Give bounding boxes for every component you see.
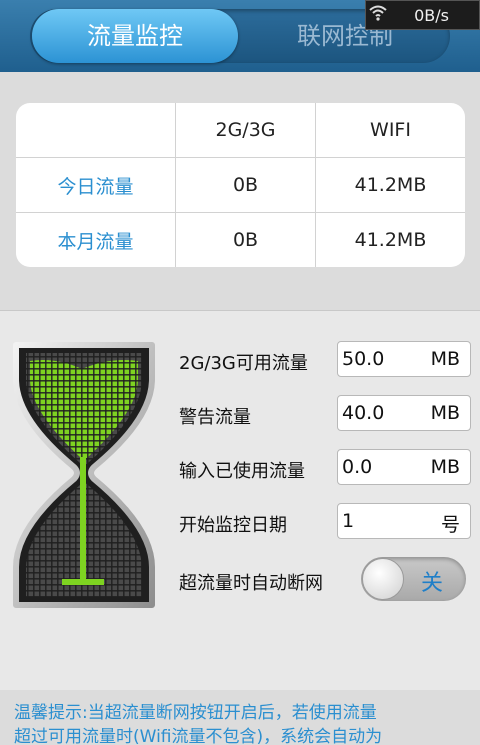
warning-traffic-label: 警告流量	[179, 407, 251, 428]
column-header-mobile: 2G/3G	[215, 119, 276, 141]
auto-disconnect-label: 超流量时自动断网	[179, 573, 323, 594]
start-date-unit: 号	[440, 514, 460, 536]
used-traffic-input[interactable]: 0.0 MB	[337, 449, 471, 485]
toggle-state-label: 关	[421, 571, 444, 596]
traffic-stats-table: 2G/3G WIFI 今日流量 0B 41.2MB 本月流量 0B 41.2MB	[16, 103, 465, 267]
start-date-value: 1	[342, 510, 355, 532]
start-date-input[interactable]: 1 号	[337, 503, 471, 539]
available-traffic-label: 2G/3G可用流量	[179, 353, 308, 374]
table-header-empty	[16, 103, 175, 157]
row-label-month: 本月流量	[57, 230, 134, 253]
month-wifi-value: 41.2MB	[354, 229, 427, 251]
today-wifi-value: 41.2MB	[354, 174, 427, 196]
network-speed-overlay: 0B/s	[365, 0, 480, 30]
tip-panel: 温馨提示:当超流量断网按钮开启后，若使用流量 超过可用流量时(Wifi流量不包含…	[0, 690, 480, 745]
used-traffic-label: 输入已使用流量	[179, 461, 305, 482]
tip-line-1: 温馨提示:当超流量断网按钮开启后，若使用流量	[14, 703, 377, 723]
today-mobile-value: 0B	[232, 174, 259, 196]
month-mobile-value: 0B	[232, 229, 259, 251]
warning-traffic-input[interactable]: 40.0 MB	[337, 395, 471, 431]
warning-traffic-value: 40.0	[342, 402, 385, 424]
available-traffic-input[interactable]: 50.0 MB	[337, 341, 471, 377]
hourglass-icon	[10, 339, 158, 611]
speed-readout: 0B/s	[414, 6, 449, 25]
wifi-icon	[369, 4, 387, 26]
row-label-today: 今日流量	[57, 175, 134, 198]
toggle-knob[interactable]	[362, 558, 404, 600]
warning-traffic-unit: MB	[430, 402, 460, 424]
column-header-wifi: WIFI	[370, 119, 411, 141]
available-traffic-unit: MB	[430, 348, 460, 370]
used-traffic-unit: MB	[430, 456, 460, 478]
tip-line-2: 超过可用流量时(Wifi流量不包含)，系统会自动为	[14, 727, 383, 745]
used-traffic-value: 0.0	[342, 456, 373, 478]
available-traffic-value: 50.0	[342, 348, 385, 370]
tab-traffic-monitor[interactable]: 流量监控	[32, 9, 238, 63]
start-date-label: 开始监控日期	[179, 515, 287, 536]
auto-disconnect-toggle[interactable]: 关	[361, 557, 466, 601]
